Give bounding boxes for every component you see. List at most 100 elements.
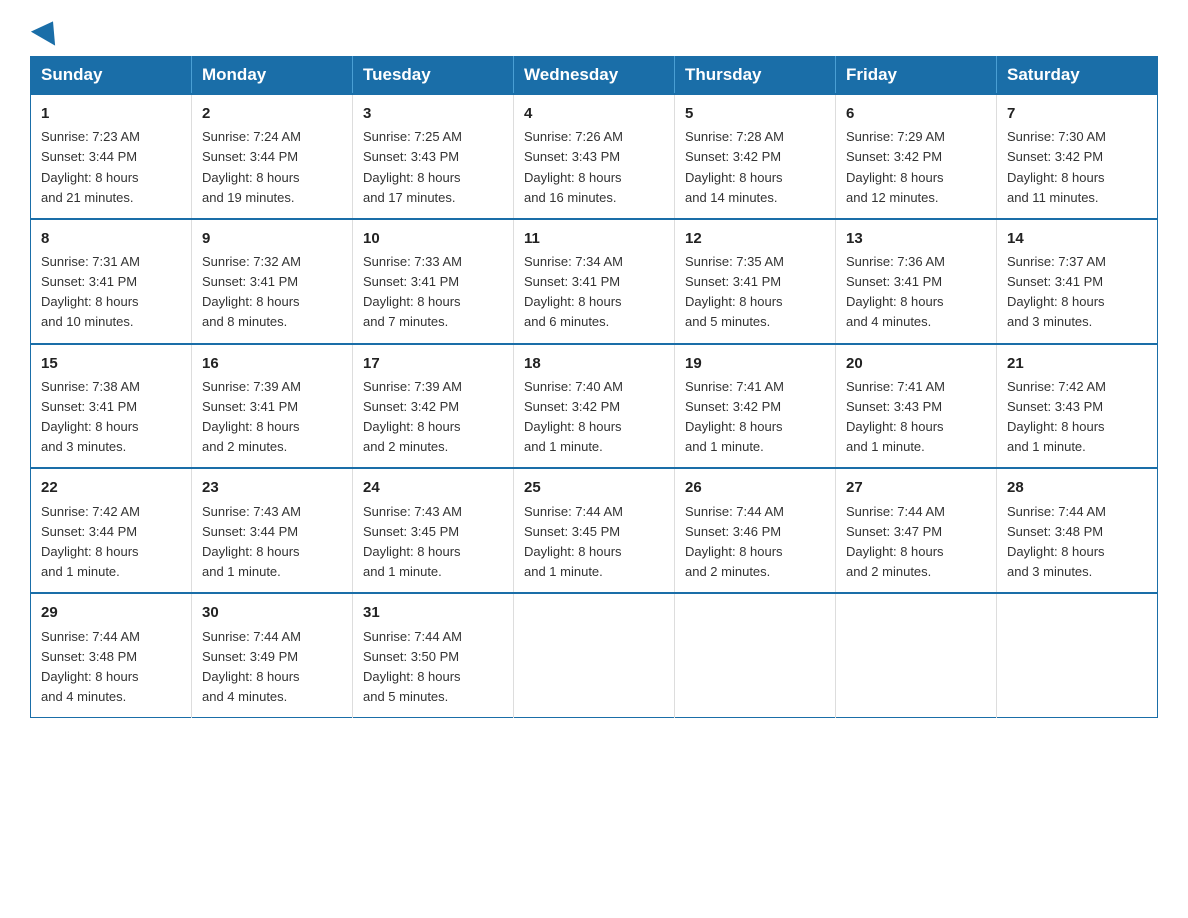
day-number: 8 <box>41 227 181 250</box>
col-header-monday: Monday <box>192 57 353 95</box>
day-info: Sunrise: 7:43 AMSunset: 3:45 PMDaylight:… <box>363 502 503 583</box>
day-info: Sunrise: 7:39 AMSunset: 3:42 PMDaylight:… <box>363 377 503 458</box>
day-number: 19 <box>685 352 825 375</box>
day-info: Sunrise: 7:39 AMSunset: 3:41 PMDaylight:… <box>202 377 342 458</box>
col-header-sunday: Sunday <box>31 57 192 95</box>
day-number: 4 <box>524 102 664 125</box>
day-info: Sunrise: 7:23 AMSunset: 3:44 PMDaylight:… <box>41 127 181 208</box>
day-info: Sunrise: 7:28 AMSunset: 3:42 PMDaylight:… <box>685 127 825 208</box>
day-info: Sunrise: 7:44 AMSunset: 3:47 PMDaylight:… <box>846 502 986 583</box>
col-header-wednesday: Wednesday <box>514 57 675 95</box>
calendar-cell: 16Sunrise: 7:39 AMSunset: 3:41 PMDayligh… <box>192 344 353 469</box>
calendar-cell: 3Sunrise: 7:25 AMSunset: 3:43 PMDaylight… <box>353 94 514 219</box>
calendar-cell: 2Sunrise: 7:24 AMSunset: 3:44 PMDaylight… <box>192 94 353 219</box>
day-info: Sunrise: 7:42 AMSunset: 3:43 PMDaylight:… <box>1007 377 1147 458</box>
day-info: Sunrise: 7:44 AMSunset: 3:49 PMDaylight:… <box>202 627 342 708</box>
calendar-cell: 20Sunrise: 7:41 AMSunset: 3:43 PMDayligh… <box>836 344 997 469</box>
day-number: 28 <box>1007 476 1147 499</box>
day-info: Sunrise: 7:37 AMSunset: 3:41 PMDaylight:… <box>1007 252 1147 333</box>
day-info: Sunrise: 7:44 AMSunset: 3:45 PMDaylight:… <box>524 502 664 583</box>
calendar-cell: 31 Sunrise: 7:44 AMSunset: 3:50 PMDayligh… <box>353 593 514 717</box>
calendar-cell <box>997 593 1158 717</box>
logo-text <box>30 20 62 42</box>
calendar-cell: 18Sunrise: 7:40 AMSunset: 3:42 PMDayligh… <box>514 344 675 469</box>
day-number: 26 <box>685 476 825 499</box>
calendar-cell: 19Sunrise: 7:41 AMSunset: 3:42 PMDayligh… <box>675 344 836 469</box>
day-number: 16 <box>202 352 342 375</box>
day-number: 13 <box>846 227 986 250</box>
day-info: Sunrise: 7:31 AMSunset: 3:41 PMDaylight:… <box>41 252 181 333</box>
calendar-cell: 26 Sunrise: 7:44 AMSunset: 3:46 PMDayligh… <box>675 468 836 593</box>
calendar-cell: 24 Sunrise: 7:43 AMSunset: 3:45 PMDayligh… <box>353 468 514 593</box>
day-number: 31 <box>363 601 503 624</box>
calendar-week-row: 29 Sunrise: 7:44 AMSunset: 3:48 PMDayligh… <box>31 593 1158 717</box>
calendar-cell: 23Sunrise: 7:43 AMSunset: 3:44 PMDayligh… <box>192 468 353 593</box>
day-info: Sunrise: 7:41 AMSunset: 3:43 PMDaylight:… <box>846 377 986 458</box>
calendar-cell: 6Sunrise: 7:29 AMSunset: 3:42 PMDaylight… <box>836 94 997 219</box>
col-header-friday: Friday <box>836 57 997 95</box>
day-info: Sunrise: 7:43 AMSunset: 3:44 PMDaylight:… <box>202 502 342 583</box>
calendar-cell <box>836 593 997 717</box>
calendar-cell: 12Sunrise: 7:35 AMSunset: 3:41 PMDayligh… <box>675 219 836 344</box>
calendar-cell: 21Sunrise: 7:42 AMSunset: 3:43 PMDayligh… <box>997 344 1158 469</box>
calendar-cell: 28 Sunrise: 7:44 AMSunset: 3:48 PMDayligh… <box>997 468 1158 593</box>
day-number: 5 <box>685 102 825 125</box>
day-number: 14 <box>1007 227 1147 250</box>
calendar-cell: 27 Sunrise: 7:44 AMSunset: 3:47 PMDayligh… <box>836 468 997 593</box>
col-header-saturday: Saturday <box>997 57 1158 95</box>
day-number: 9 <box>202 227 342 250</box>
calendar-cell: 22Sunrise: 7:42 AMSunset: 3:44 PMDayligh… <box>31 468 192 593</box>
day-info: Sunrise: 7:36 AMSunset: 3:41 PMDaylight:… <box>846 252 986 333</box>
day-number: 11 <box>524 227 664 250</box>
day-number: 24 <box>363 476 503 499</box>
calendar-header-row: SundayMondayTuesdayWednesdayThursdayFrid… <box>31 57 1158 95</box>
calendar-cell <box>675 593 836 717</box>
calendar-cell: 7Sunrise: 7:30 AMSunset: 3:42 PMDaylight… <box>997 94 1158 219</box>
day-info: Sunrise: 7:41 AMSunset: 3:42 PMDaylight:… <box>685 377 825 458</box>
calendar-week-row: 1Sunrise: 7:23 AMSunset: 3:44 PMDaylight… <box>31 94 1158 219</box>
day-number: 21 <box>1007 352 1147 375</box>
day-info: Sunrise: 7:44 AMSunset: 3:46 PMDaylight:… <box>685 502 825 583</box>
calendar-cell: 14Sunrise: 7:37 AMSunset: 3:41 PMDayligh… <box>997 219 1158 344</box>
calendar-cell: 4Sunrise: 7:26 AMSunset: 3:43 PMDaylight… <box>514 94 675 219</box>
calendar-cell: 1Sunrise: 7:23 AMSunset: 3:44 PMDaylight… <box>31 94 192 219</box>
calendar-cell: 5Sunrise: 7:28 AMSunset: 3:42 PMDaylight… <box>675 94 836 219</box>
calendar-cell: 13Sunrise: 7:36 AMSunset: 3:41 PMDayligh… <box>836 219 997 344</box>
day-info: Sunrise: 7:44 AMSunset: 3:50 PMDaylight:… <box>363 627 503 708</box>
day-number: 22 <box>41 476 181 499</box>
day-number: 27 <box>846 476 986 499</box>
calendar-cell: 17Sunrise: 7:39 AMSunset: 3:42 PMDayligh… <box>353 344 514 469</box>
day-info: Sunrise: 7:38 AMSunset: 3:41 PMDaylight:… <box>41 377 181 458</box>
day-number: 12 <box>685 227 825 250</box>
col-header-thursday: Thursday <box>675 57 836 95</box>
calendar-week-row: 8Sunrise: 7:31 AMSunset: 3:41 PMDaylight… <box>31 219 1158 344</box>
day-number: 7 <box>1007 102 1147 125</box>
day-number: 2 <box>202 102 342 125</box>
day-number: 6 <box>846 102 986 125</box>
day-info: Sunrise: 7:35 AMSunset: 3:41 PMDaylight:… <box>685 252 825 333</box>
day-info: Sunrise: 7:25 AMSunset: 3:43 PMDaylight:… <box>363 127 503 208</box>
day-number: 25 <box>524 476 664 499</box>
calendar-week-row: 22Sunrise: 7:42 AMSunset: 3:44 PMDayligh… <box>31 468 1158 593</box>
calendar-cell: 15Sunrise: 7:38 AMSunset: 3:41 PMDayligh… <box>31 344 192 469</box>
calendar-cell: 30 Sunrise: 7:44 AMSunset: 3:49 PMDayligh… <box>192 593 353 717</box>
calendar-cell <box>514 593 675 717</box>
day-number: 17 <box>363 352 503 375</box>
logo-triangle-icon <box>31 14 65 45</box>
day-number: 3 <box>363 102 503 125</box>
day-info: Sunrise: 7:26 AMSunset: 3:43 PMDaylight:… <box>524 127 664 208</box>
day-number: 18 <box>524 352 664 375</box>
day-number: 15 <box>41 352 181 375</box>
logo <box>30 20 62 38</box>
day-number: 29 <box>41 601 181 624</box>
day-number: 30 <box>202 601 342 624</box>
day-info: Sunrise: 7:24 AMSunset: 3:44 PMDaylight:… <box>202 127 342 208</box>
day-number: 20 <box>846 352 986 375</box>
calendar-cell: 10Sunrise: 7:33 AMSunset: 3:41 PMDayligh… <box>353 219 514 344</box>
day-info: Sunrise: 7:33 AMSunset: 3:41 PMDaylight:… <box>363 252 503 333</box>
day-info: Sunrise: 7:44 AMSunset: 3:48 PMDaylight:… <box>1007 502 1147 583</box>
day-number: 10 <box>363 227 503 250</box>
day-info: Sunrise: 7:44 AMSunset: 3:48 PMDaylight:… <box>41 627 181 708</box>
day-info: Sunrise: 7:29 AMSunset: 3:42 PMDaylight:… <box>846 127 986 208</box>
day-info: Sunrise: 7:40 AMSunset: 3:42 PMDaylight:… <box>524 377 664 458</box>
